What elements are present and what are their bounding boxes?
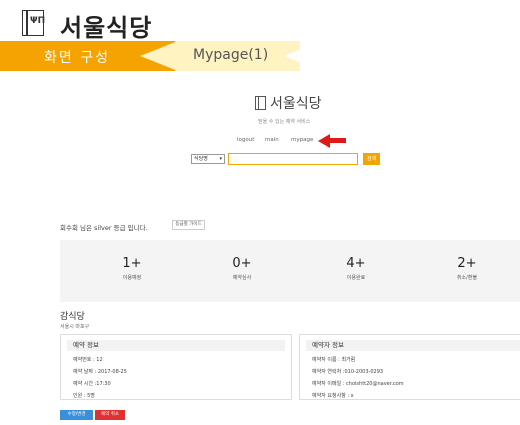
- stats-panel: 1+ 이용예정 0+ 예약심사 4+ 이용완료 2+ 취소/환불: [60, 240, 520, 302]
- stat-label: 취소/환불: [456, 275, 478, 281]
- band-tri-left: [140, 41, 178, 71]
- reservation-date: 예약 날짜 : 2017-08-25: [73, 369, 127, 375]
- reserver-info-card: 예약자 정보 예약자 이름 : 최거럼 예약자 연락처 :010-2003-02…: [299, 334, 520, 400]
- stat-num: 4+: [346, 256, 366, 271]
- page-label: Mypage(1): [193, 47, 269, 63]
- slide-title: 서울식당: [60, 14, 153, 42]
- site-title: 서울식당: [270, 96, 322, 112]
- grade-guide-button[interactable]: 등급별 가이드: [172, 220, 205, 230]
- reservation-info-card: 예약 정보 예약번호 : 12 예약 날짜 : 2017-08-25 예약 시간…: [60, 334, 292, 400]
- site-subtitle: 믿을 수 있는 예약 서비스: [258, 119, 311, 125]
- reservation-party-size: 인원 : 5명: [73, 393, 95, 399]
- reserver-email: 예약자 이메일 : choishtt20@naver.com: [312, 381, 404, 387]
- stat-completed[interactable]: 4+ 이용완료: [316, 256, 396, 281]
- stat-cancel-refund[interactable]: 2+ 취소/환불: [427, 256, 507, 281]
- search-category-select[interactable]: 식당명 ▾: [191, 154, 225, 164]
- reservation-number: 예약번호 : 12: [73, 357, 103, 363]
- search-button[interactable]: 검색: [363, 153, 380, 165]
- cancel-reservation-button[interactable]: 예약 취소: [95, 410, 125, 420]
- store-name: 감식당: [60, 312, 85, 322]
- band-tri-right: [284, 41, 322, 71]
- pointer-arrow-icon: [330, 138, 346, 143]
- nav-mypage[interactable]: mypage: [291, 137, 313, 143]
- stat-num: 2+: [457, 256, 477, 271]
- search-input[interactable]: [228, 153, 358, 165]
- stat-label: 예약심사: [232, 275, 252, 281]
- pointer-arrow-head: [318, 134, 330, 148]
- reserver-info-title: 예약자 정보: [306, 340, 520, 351]
- logo-icon: ΨΠ: [22, 10, 46, 36]
- nav-logout[interactable]: logout: [237, 137, 254, 143]
- reservation-time: 예약 시간 :17:30: [73, 381, 111, 387]
- stat-label: 이용완료: [346, 275, 366, 281]
- reserver-phone: 예약자 연락처 :010-2003-0293: [312, 369, 384, 375]
- chevron-down-icon: ▾: [219, 156, 222, 162]
- logo-glyph: ΨΠ: [30, 16, 46, 26]
- stat-label: 이용예정: [122, 275, 142, 281]
- section-label: 화면 구성: [44, 50, 110, 66]
- stat-num: 0+: [232, 256, 252, 271]
- stat-upcoming[interactable]: 1+ 이용예정: [92, 256, 172, 281]
- reserver-name: 예약자 이름 : 최거럼: [312, 357, 356, 363]
- store-address: 서울시 마포구: [60, 324, 90, 330]
- stat-review[interactable]: 0+ 예약심사: [202, 256, 282, 281]
- grade-text: 회수회 님은 silver 등급 입니다.: [60, 224, 148, 232]
- reservation-info-title: 예약 정보: [67, 340, 285, 351]
- edit-reservation-button[interactable]: 수정/변경: [60, 410, 93, 420]
- site-logo-icon: [255, 96, 266, 110]
- nav-main[interactable]: main: [265, 137, 279, 143]
- select-value: 식당명: [194, 156, 208, 162]
- reserver-request: 예약자 요청사항 : x: [312, 393, 354, 399]
- stat-num: 1+: [122, 256, 142, 271]
